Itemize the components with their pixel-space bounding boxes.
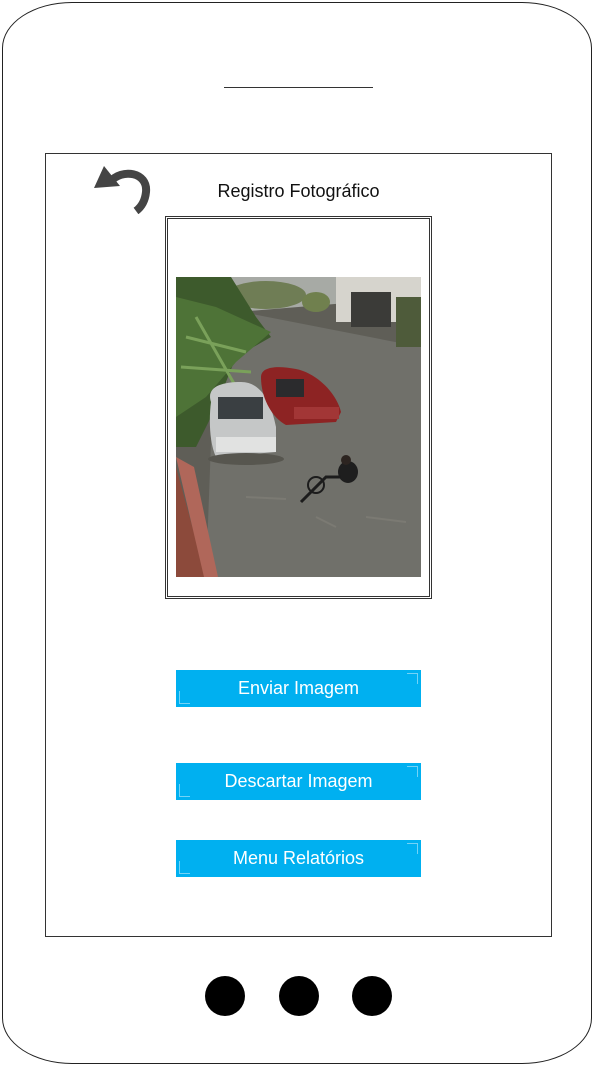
send-image-button[interactable]: Enviar Imagem (176, 670, 421, 707)
page-title: Registro Fotográfico (217, 181, 380, 201)
discard-image-button[interactable]: Descartar Imagem (176, 763, 421, 800)
speaker-slot (224, 87, 373, 88)
reports-menu-button[interactable]: Menu Relatórios (176, 840, 421, 877)
hardware-button-right[interactable] (352, 976, 392, 1016)
undo-arrow-icon[interactable] (92, 160, 152, 214)
flooded-street-photo (176, 277, 421, 577)
hardware-button-left[interactable] (205, 976, 245, 1016)
hardware-button-center[interactable] (279, 976, 319, 1016)
